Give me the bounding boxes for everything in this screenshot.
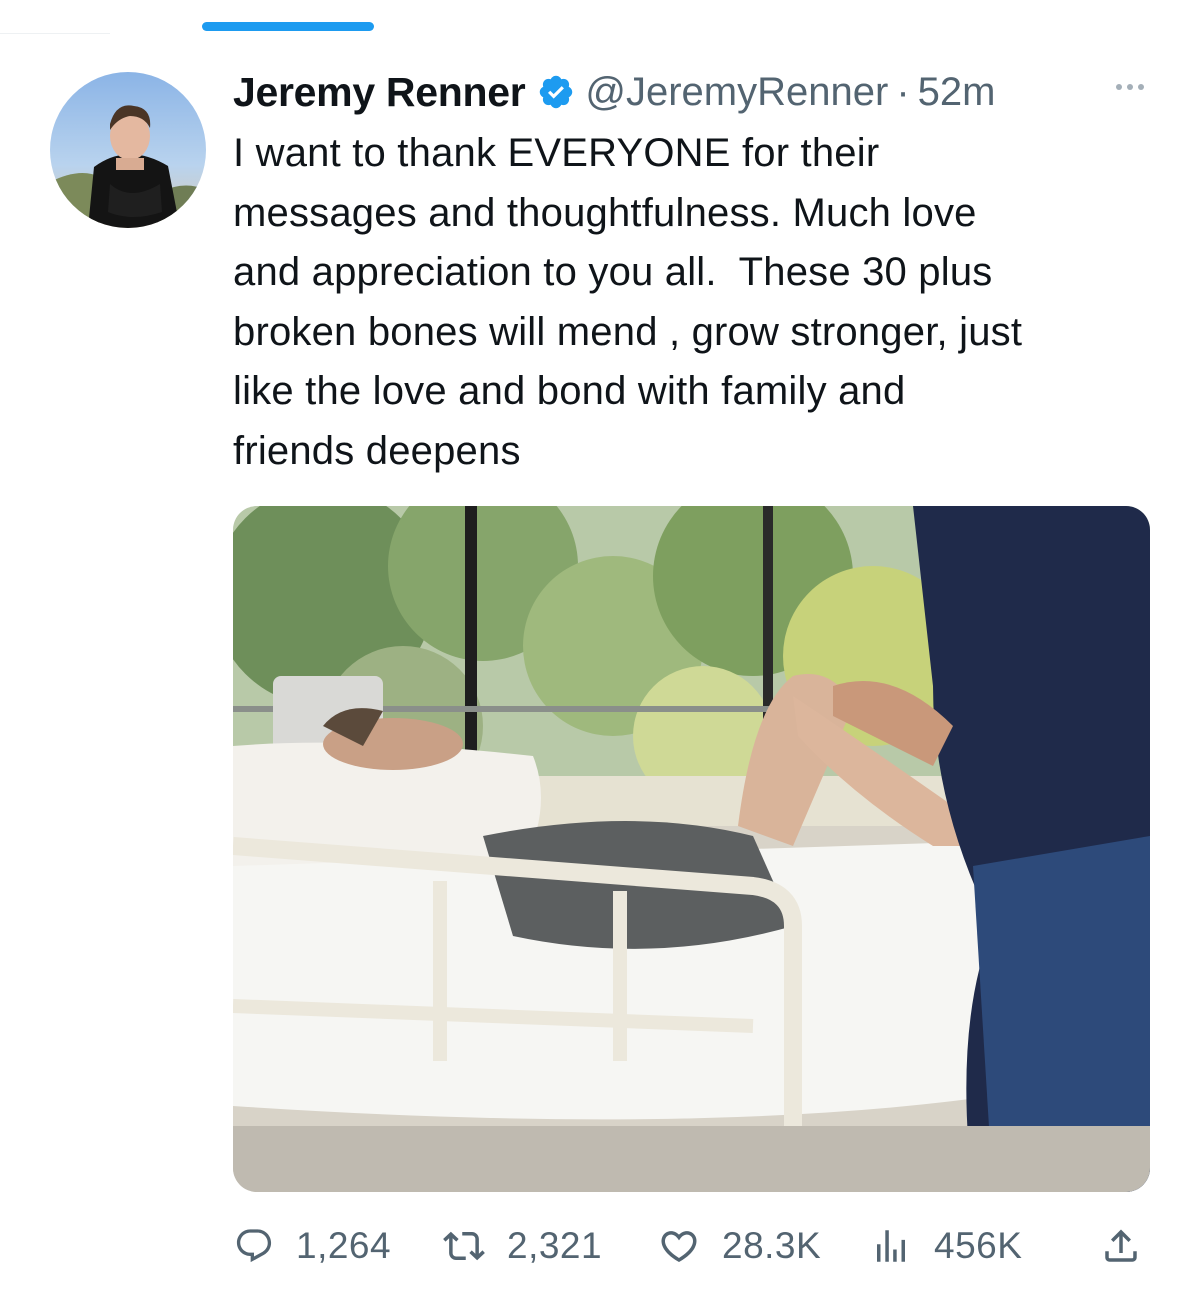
share-button[interactable] [1100,1218,1142,1274]
hospital-bed-photo [233,506,1150,1192]
retweet-icon [443,1231,485,1261]
tweet-line: like the love and bond with family and [233,369,906,414]
tab-indicator [202,22,374,31]
like-count: 28.3K [722,1225,822,1266]
user-handle[interactable]: @JeremyRenner [585,70,888,115]
display-name[interactable]: Jeremy Renner [233,69,526,116]
share-icon [1105,1229,1137,1262]
reply-icon [236,1229,272,1263]
tweet-line: messages and thoughtfulness. Much love [233,190,977,235]
like-button[interactable]: 28.3K [658,1218,821,1274]
timestamp[interactable]: 52m [918,70,996,115]
tweet-line: broken bones will mend , grow stronger, … [233,309,1023,354]
separator: · [896,69,910,114]
more-dots-icon[interactable] [1116,84,1144,90]
profile-photo [50,72,206,228]
tweet-line: friends deepens [233,428,521,473]
verified-badge-icon [537,73,575,111]
reply-button[interactable]: 1,264 [234,1218,391,1274]
tweet-actions: 1,264 2,321 28.3K 456K [0,1218,1200,1274]
divider [0,33,110,34]
reply-count: 1,264 [296,1225,392,1266]
tweet-header: Jeremy Renner @JeremyRenner · 52m [233,64,995,120]
tweet-line: I want to thank EVERYONE for their [233,131,880,175]
views-count: 456K [934,1225,1023,1266]
retweet-button[interactable]: 2,321 [443,1218,602,1274]
tweet-line: and appreciation to you all. These 30 pl… [233,250,993,295]
tweet-media[interactable] [233,506,1150,1192]
heart-icon [661,1231,697,1263]
views-button[interactable]: 456K [870,1218,1022,1274]
retweet-count: 2,321 [507,1225,603,1266]
views-icon [877,1230,905,1262]
tweet-text: I want to thank EVERYONE for their messa… [233,124,1163,482]
avatar[interactable] [50,72,206,228]
